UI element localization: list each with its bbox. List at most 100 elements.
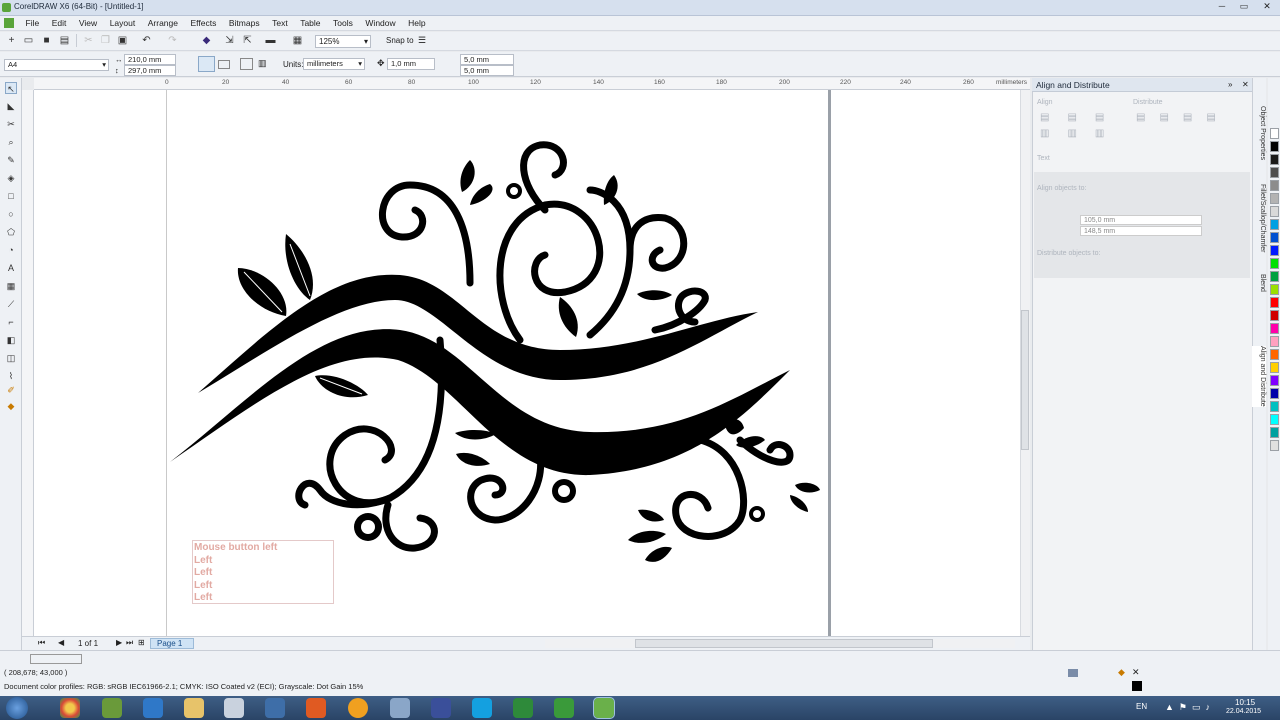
paper-size-select[interactable]: A4 ▾ xyxy=(4,59,109,71)
corel-active-icon[interactable] xyxy=(593,697,615,719)
redo-icon[interactable]: ↷ xyxy=(166,34,179,47)
color-swatch[interactable] xyxy=(1270,180,1279,191)
menu-text[interactable]: Text xyxy=(267,16,293,28)
taskbar-app-icon[interactable] xyxy=(102,698,122,718)
export-icon[interactable]: ⇱ xyxy=(241,34,254,47)
application-launcher-icon[interactable]: ▦ xyxy=(291,34,304,47)
explorer-folder-icon[interactable] xyxy=(184,698,204,718)
blend-tool-icon[interactable]: ◧ xyxy=(5,334,17,346)
internet-explorer-icon[interactable] xyxy=(143,698,163,718)
drawing-canvas[interactable] xyxy=(34,90,1020,636)
duplicate-x-field[interactable]: 5,0 mm xyxy=(460,54,514,65)
basic-shapes-icon[interactable]: ◔ xyxy=(5,244,17,256)
ellipse-tool-icon[interactable]: ○ xyxy=(5,208,17,220)
rectangle-tool-icon[interactable]: □ xyxy=(5,190,17,202)
fill-color-swatch[interactable] xyxy=(30,654,82,664)
chrome-icon[interactable] xyxy=(60,698,80,718)
color-swatch[interactable] xyxy=(1270,349,1279,360)
menu-view[interactable]: View xyxy=(74,16,102,28)
taskbar-app-icon[interactable] xyxy=(224,698,244,718)
units-select[interactable]: millimeters ▾ xyxy=(303,58,365,70)
polygon-tool-icon[interactable]: ⬠ xyxy=(5,226,17,238)
color-swatch[interactable] xyxy=(1270,258,1279,269)
page-height-field[interactable]: 297,0 mm xyxy=(124,65,176,76)
portrait-button[interactable] xyxy=(198,56,215,72)
save-icon[interactable]: ■ xyxy=(40,34,53,47)
eyedropper-tool-icon[interactable]: ⌇ xyxy=(5,370,17,382)
coreldraw-icon[interactable] xyxy=(513,698,533,718)
landscape-button[interactable] xyxy=(218,60,230,69)
menu-arrange[interactable]: Arrange xyxy=(143,16,183,28)
all-pages-button[interactable] xyxy=(240,58,253,70)
add-page-icon[interactable]: ⊞ xyxy=(138,638,145,647)
color-swatch[interactable] xyxy=(1270,336,1279,347)
taskbar-app-icon[interactable] xyxy=(306,698,326,718)
zoom-level-select[interactable]: 125% ▾ xyxy=(315,35,371,48)
snap-options-icon[interactable]: ☰ xyxy=(418,35,426,46)
pick-tool-icon[interactable]: ↖ xyxy=(5,82,17,94)
color-swatch[interactable] xyxy=(1270,154,1279,165)
color-swatch[interactable] xyxy=(1270,271,1279,282)
copy-icon[interactable]: ❐ xyxy=(99,34,112,47)
color-swatch[interactable] xyxy=(1270,141,1279,152)
color-swatch[interactable] xyxy=(1270,362,1279,373)
color-swatch[interactable] xyxy=(1270,284,1279,295)
print-icon[interactable]: ▤ xyxy=(58,34,71,47)
snap-to-menu[interactable]: Snap to xyxy=(386,36,414,45)
align-x-field[interactable]: 105,0 mm xyxy=(1080,215,1202,225)
last-page-icon[interactable]: ⏭ xyxy=(126,638,133,648)
horizontal-scroll-thumb[interactable] xyxy=(635,639,933,648)
swirl-vine-artwork[interactable] xyxy=(34,90,1020,636)
color-swatch[interactable] xyxy=(1270,375,1279,386)
close-button[interactable]: ✕ xyxy=(1256,1,1278,14)
page-width-field[interactable]: 210,0 mm xyxy=(124,54,176,65)
fill-tool-icon[interactable]: ◆ xyxy=(5,400,17,412)
color-swatch[interactable] xyxy=(1270,440,1279,451)
menu-bitmaps[interactable]: Bitmaps xyxy=(224,16,265,28)
maximize-button[interactable]: ▭ xyxy=(1234,1,1254,14)
zoom-tool-icon[interactable]: ⌕ xyxy=(5,136,17,148)
distribute-buttons[interactable]: ▤▤▤▤ xyxy=(1136,112,1230,123)
menu-help[interactable]: Help xyxy=(403,16,430,28)
transparency-tool-icon[interactable]: ◫ xyxy=(5,352,17,364)
align-buttons-row-2[interactable]: ▥▥▥ xyxy=(1040,128,1122,139)
dimension-tool-icon[interactable]: ⟋ xyxy=(5,298,17,310)
color-swatch[interactable] xyxy=(1270,401,1279,412)
tab-object-properties[interactable]: Object Properties xyxy=(1252,106,1266,160)
color-swatch[interactable] xyxy=(1270,219,1279,230)
page-tab[interactable]: Page 1 xyxy=(150,638,194,649)
color-swatch[interactable] xyxy=(1270,414,1279,425)
outline-tool-icon[interactable]: ✐ xyxy=(5,384,17,396)
paste-icon[interactable]: ▣ xyxy=(116,34,129,47)
text-tool-icon[interactable]: A xyxy=(5,262,17,274)
open-folder-icon[interactable]: ▭ xyxy=(22,34,35,47)
color-swatch[interactable] xyxy=(1270,206,1279,217)
taskbar-app-icon[interactable] xyxy=(348,698,368,718)
color-swatch[interactable] xyxy=(1270,232,1279,243)
vertical-scroll-thumb[interactable] xyxy=(1021,310,1029,450)
smart-fill-icon[interactable]: ◈ xyxy=(5,172,17,184)
docker-close-icon[interactable]: ✕ xyxy=(1242,80,1249,89)
docker-collapse-icon[interactable]: » xyxy=(1228,80,1232,89)
current-page-button[interactable]: ▥ xyxy=(258,58,271,70)
tab-blend[interactable]: Blend xyxy=(1252,274,1266,292)
start-button[interactable] xyxy=(6,697,28,719)
next-page-icon[interactable]: ▶ xyxy=(116,638,122,647)
duplicate-y-field[interactable]: 5,0 mm xyxy=(460,65,514,76)
prev-page-icon[interactable]: ◀ xyxy=(58,638,64,647)
first-page-icon[interactable]: ⏮ xyxy=(38,638,45,648)
taskbar-app-icon[interactable] xyxy=(431,698,451,718)
menu-window[interactable]: Window xyxy=(360,16,400,28)
table-tool-icon[interactable]: ▦ xyxy=(5,280,17,292)
skype-icon[interactable] xyxy=(472,698,492,718)
color-swatch[interactable] xyxy=(1270,245,1279,256)
menu-effects[interactable]: Effects xyxy=(186,16,222,28)
crop-tool-icon[interactable]: ✂ xyxy=(5,118,17,130)
publish-pdf-icon[interactable]: ▬ xyxy=(264,34,277,47)
color-swatch[interactable] xyxy=(1270,297,1279,308)
menu-tools[interactable]: Tools xyxy=(328,16,358,28)
taskbar-app-icon[interactable] xyxy=(390,698,410,718)
menu-layout[interactable]: Layout xyxy=(105,16,141,28)
menu-edit[interactable]: Edit xyxy=(47,16,72,28)
color-swatch[interactable] xyxy=(1270,128,1279,139)
